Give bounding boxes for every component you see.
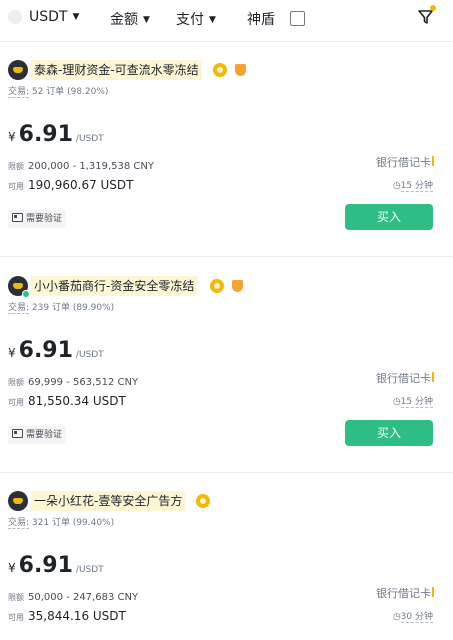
price-unit: /USDT xyxy=(75,134,104,144)
clock-icon: ◷ xyxy=(392,181,401,191)
verification-tag: 需要验证 xyxy=(8,210,67,228)
price-value: 6.91 xyxy=(18,338,73,363)
gold-merchant-badge-icon xyxy=(196,494,210,508)
time-limit: ◷30 分钟 xyxy=(392,609,433,623)
shield-filter-label: 神盾 xyxy=(247,12,275,28)
merchant-name[interactable]: 一朵小红花-壹等安全广告方 xyxy=(31,491,186,511)
limit: 限额 69,999 - 563,512 CNY xyxy=(8,377,138,388)
limit-value: 50,000 - 247,683 CNY xyxy=(28,592,139,603)
currency-symbol: ¥ xyxy=(8,130,16,144)
payment-method: 银行借记卡 xyxy=(376,156,431,169)
time-limit: ◷15 分钟 xyxy=(392,394,433,408)
trades-value: 239 订单 (89.90%) xyxy=(31,303,115,313)
trade-stats: 交易: 239 订单 (89.90%) xyxy=(8,300,115,314)
payment-filter[interactable]: 支付 ▼ xyxy=(176,9,216,29)
payment-method: 银行借记卡 xyxy=(376,372,431,385)
price-unit: /USDT xyxy=(75,350,104,360)
coin-filter[interactable]: USDT ▼ xyxy=(29,9,79,25)
time-limit-value: 30 分钟 xyxy=(400,612,433,623)
trades-value: 321 订单 (99.40%) xyxy=(31,518,115,528)
caret-down-icon: ▼ xyxy=(209,15,216,25)
price: ¥6.91/USDT xyxy=(8,338,104,363)
available: 可用 81,550.34 USDT xyxy=(8,394,126,408)
trades-label: 交易: xyxy=(8,87,30,98)
available-value: 190,960.67 USDT xyxy=(28,178,134,192)
gold-merchant-badge-icon xyxy=(213,63,227,77)
avatar xyxy=(8,491,28,511)
coin-icon xyxy=(8,10,22,24)
limit-label: 限额 xyxy=(8,593,24,602)
payment-color-bar xyxy=(432,587,434,597)
available-label: 可用 xyxy=(8,398,24,407)
available-label: 可用 xyxy=(8,613,24,622)
shield-badge-icon xyxy=(232,280,243,292)
available-label: 可用 xyxy=(8,182,24,191)
verification-label: 需要验证 xyxy=(26,214,63,224)
trade-stats: 交易: 52 订单 (98.20%) xyxy=(8,84,109,98)
verification-label: 需要验证 xyxy=(26,430,63,440)
price: ¥6.91/USDT xyxy=(8,553,104,578)
price-value: 6.91 xyxy=(18,553,73,578)
limit-value: 200,000 - 1,319,538 CNY xyxy=(28,161,154,172)
clock-icon: ◷ xyxy=(392,397,401,407)
gold-merchant-badge-icon xyxy=(210,279,224,293)
amount-filter[interactable]: 金额 ▼ xyxy=(110,9,150,29)
trades-label: 交易: xyxy=(8,518,30,529)
id-card-icon xyxy=(12,429,23,438)
trades-label: 交易: xyxy=(8,303,30,314)
price: ¥6.91/USDT xyxy=(8,122,104,147)
price-value: 6.91 xyxy=(18,122,73,147)
currency-symbol: ¥ xyxy=(8,346,16,360)
available: 可用 35,844.16 USDT xyxy=(8,609,126,623)
available: 可用 190,960.67 USDT xyxy=(8,178,134,192)
coin-filter-label: USDT xyxy=(29,9,68,25)
buy-button[interactable]: 买入 xyxy=(345,204,433,230)
avatar xyxy=(8,60,28,80)
caret-down-icon: ▼ xyxy=(72,12,80,22)
limit-label: 限额 xyxy=(8,378,24,387)
online-indicator xyxy=(22,290,30,298)
clock-icon: ◷ xyxy=(392,612,401,622)
buy-button[interactable]: 买入 xyxy=(345,420,433,446)
ad-card: 泰森-理财资金-可查流水零冻结 交易: 52 订单 (98.20%) ¥6.91… xyxy=(0,60,453,245)
limit: 限额 200,000 - 1,319,538 CNY xyxy=(8,161,154,172)
filter-active-dot xyxy=(430,5,436,11)
time-limit-value: 15 分钟 xyxy=(400,181,433,192)
amount-filter-label: 金额 xyxy=(110,12,138,28)
caret-down-icon: ▼ xyxy=(143,15,150,25)
limit-value: 69,999 - 563,512 CNY xyxy=(28,377,139,388)
shield-checkbox[interactable] xyxy=(290,11,305,26)
merchant-name[interactable]: 小小番茄商行-资金安全零冻结 xyxy=(31,276,198,296)
shield-badge-icon xyxy=(235,64,246,76)
avatar xyxy=(8,276,30,298)
id-card-icon xyxy=(12,213,23,222)
payment-color-bar xyxy=(432,372,434,382)
price-unit: /USDT xyxy=(75,565,104,575)
payment-method: 银行借记卡 xyxy=(376,587,431,600)
divider xyxy=(0,41,453,42)
payment-filter-label: 支付 xyxy=(176,12,204,28)
trade-stats: 交易: 321 订单 (99.40%) xyxy=(8,515,115,529)
ad-card: 小小番茄商行-资金安全零冻结 交易: 239 订单 (89.90%) ¥6.91… xyxy=(0,276,453,461)
trades-value: 52 订单 (98.20%) xyxy=(31,87,109,97)
time-limit: ◷15 分钟 xyxy=(392,178,433,192)
limit-label: 限额 xyxy=(8,162,24,171)
ad-card: 一朵小红花-壹等安全广告方 交易: 321 订单 (99.40%) ¥6.91/… xyxy=(0,491,453,640)
merchant-name[interactable]: 泰森-理财资金-可查流水零冻结 xyxy=(31,60,202,80)
currency-symbol: ¥ xyxy=(8,561,16,575)
limit: 限额 50,000 - 247,683 CNY xyxy=(8,592,138,603)
available-value: 35,844.16 USDT xyxy=(28,609,126,623)
time-limit-value: 15 分钟 xyxy=(400,397,433,408)
payment-color-bar xyxy=(432,156,434,166)
divider xyxy=(0,472,453,473)
verification-tag: 需要验证 xyxy=(8,426,67,444)
divider xyxy=(0,256,453,257)
filter-bar: USDT ▼ 金额 ▼ 支付 ▼ 神盾 xyxy=(0,0,453,38)
available-value: 81,550.34 USDT xyxy=(28,394,126,408)
